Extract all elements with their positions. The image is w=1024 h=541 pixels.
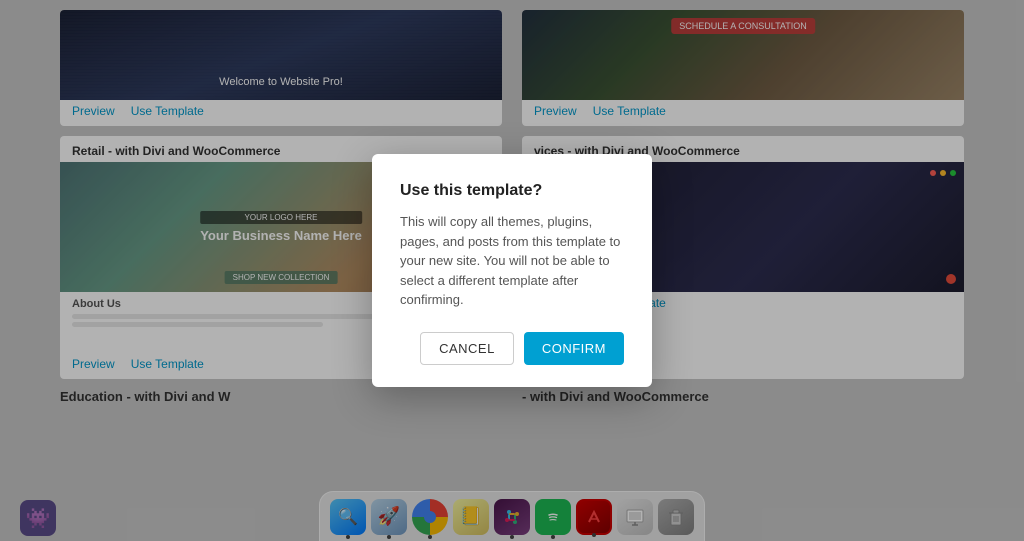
modal-title: Use this template?: [400, 182, 624, 200]
confirm-button[interactable]: CONFIRM: [524, 332, 624, 365]
modal-dialog: Use this template? This will copy all th…: [372, 154, 652, 387]
modal-overlay: Use this template? This will copy all th…: [0, 0, 1024, 541]
cancel-button[interactable]: CANCEL: [420, 332, 514, 365]
modal-body: This will copy all themes, plugins, page…: [400, 212, 624, 310]
modal-actions: CANCEL CONFIRM: [400, 332, 624, 365]
